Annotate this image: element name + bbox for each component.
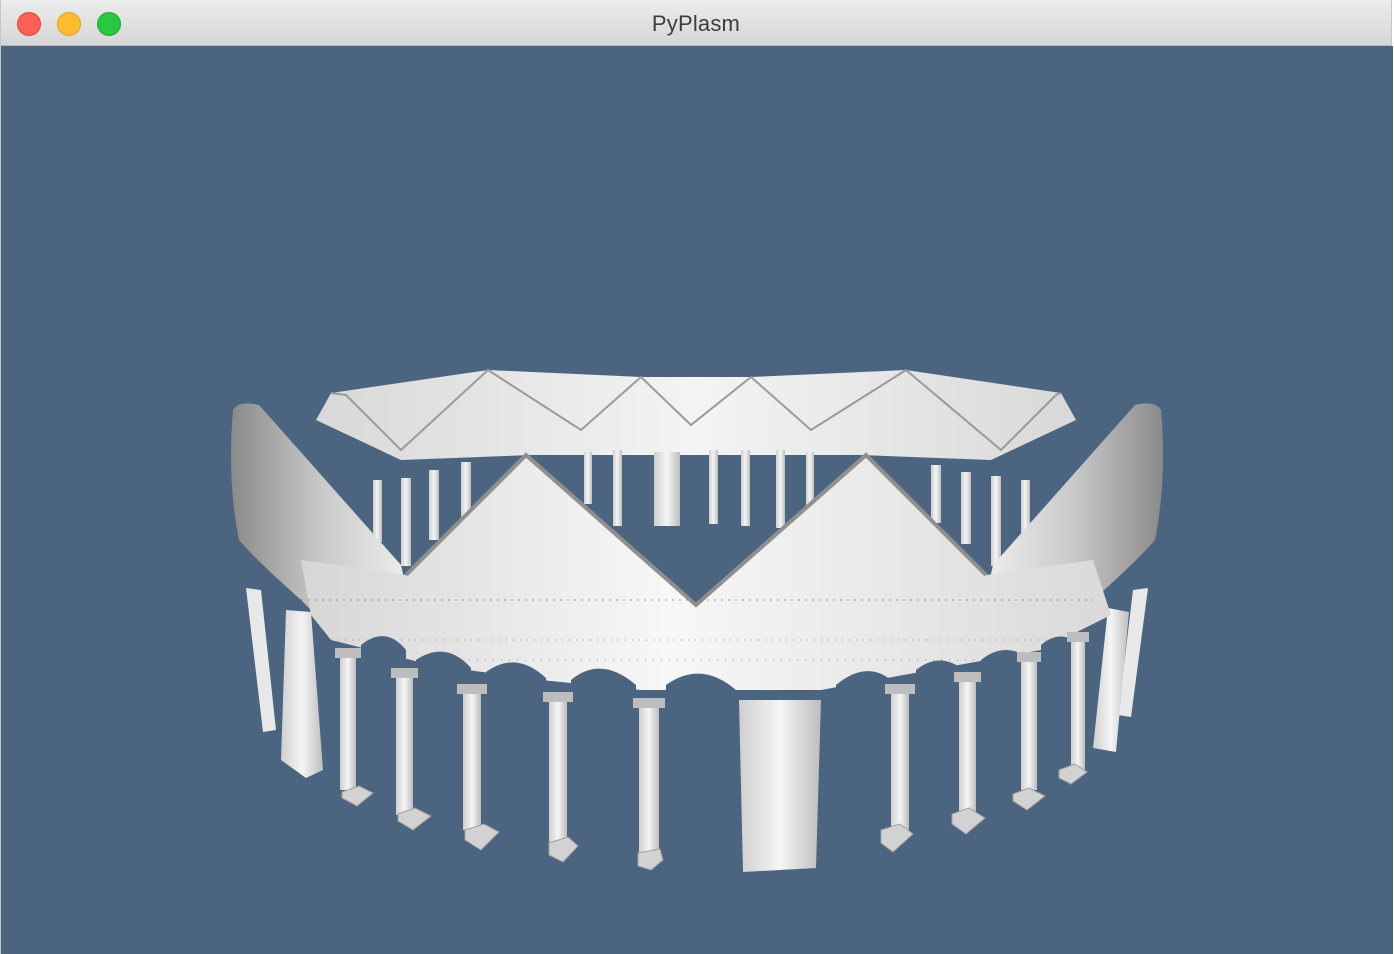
window-title: PyPlasm	[651, 11, 741, 36]
back-crown	[316, 368, 1076, 566]
3d-viewport[interactable]	[1, 46, 1393, 954]
pyplasm-window: PyPlasm	[0, 0, 1393, 954]
title-bar[interactable]: PyPlasm	[1, 0, 1391, 46]
3d-scene	[231, 368, 1163, 872]
front-crown	[301, 452, 1111, 780]
